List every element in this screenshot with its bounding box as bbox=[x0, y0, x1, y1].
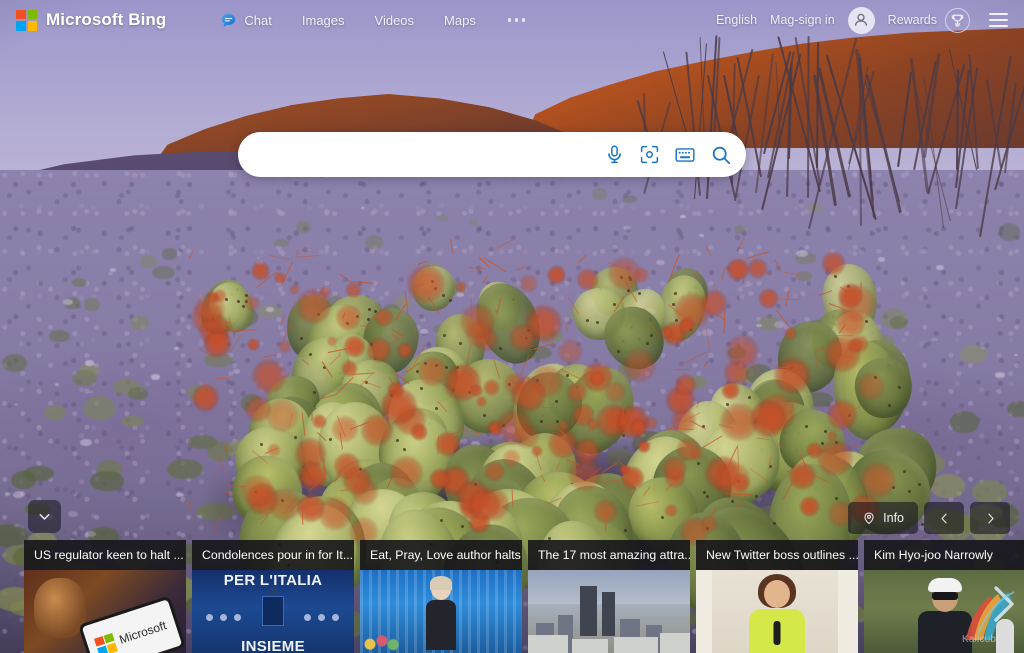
prickly-pear-cactus-cluster bbox=[180, 237, 950, 653]
news-card[interactable]: Eat, Pray, Love author halts... bbox=[360, 540, 522, 653]
header-right-group: English Mag-sign in Rewards bbox=[716, 6, 1010, 34]
news-card-image: PER L'ITALIA INSIEME bbox=[192, 570, 354, 653]
hamburger-menu-icon[interactable] bbox=[987, 9, 1010, 31]
news-card-title: The 17 most amazing attra... bbox=[528, 540, 690, 570]
search-action-icons bbox=[604, 144, 732, 166]
top-navigation-bar: Microsoft Bing Chat Images Videos Maps E… bbox=[0, 0, 1024, 40]
card-art-flowers bbox=[362, 631, 402, 653]
keyboard-icon[interactable] bbox=[674, 144, 696, 166]
nav-label-chat: Chat bbox=[244, 12, 272, 28]
nav-item-chat[interactable]: Chat bbox=[218, 8, 273, 33]
kalicube-watermark: Kalicube bbox=[960, 570, 1024, 653]
news-card[interactable]: Condolences pour in for It... PER L'ITAL… bbox=[192, 540, 354, 653]
search-container bbox=[238, 132, 746, 177]
chat-bubble-icon bbox=[222, 13, 236, 27]
card-art-headline: PER L'ITALIA bbox=[223, 572, 323, 589]
nav-label-images: Images bbox=[301, 12, 345, 28]
news-card[interactable]: New Twitter boss outlines ... bbox=[696, 540, 858, 653]
rewards-group[interactable]: Rewards bbox=[887, 7, 970, 33]
microphone-icon[interactable] bbox=[604, 144, 625, 165]
card-art-cap bbox=[928, 578, 962, 592]
next-image-button[interactable] bbox=[970, 502, 1010, 534]
chevron-right-icon bbox=[987, 513, 994, 523]
nav-label-maps: Maps bbox=[444, 12, 476, 28]
news-card-image bbox=[696, 570, 858, 653]
card-art-subheadline: INSIEME bbox=[241, 638, 305, 653]
expand-image-button[interactable] bbox=[28, 500, 61, 533]
nav-item-videos[interactable]: Videos bbox=[373, 9, 417, 32]
location-pin-icon bbox=[864, 512, 874, 525]
news-card[interactable]: US regulator keen to halt ... Microsoft bbox=[24, 540, 186, 653]
microsoft-logo-icon bbox=[16, 9, 37, 31]
card-art-label: Microsoft bbox=[117, 618, 169, 647]
bing-brand-link[interactable]: Microsoft Bing bbox=[16, 9, 167, 31]
news-card-title: Eat, Pray, Love author halts... bbox=[360, 540, 522, 570]
news-card-image bbox=[528, 570, 690, 653]
brand-name-label: Microsoft Bing bbox=[46, 10, 167, 29]
primary-nav: Chat Images Videos Maps bbox=[218, 8, 529, 33]
rewards-label: Rewards bbox=[887, 13, 937, 27]
microsoft-logo-icon bbox=[93, 632, 118, 653]
account-avatar-icon[interactable] bbox=[847, 6, 875, 34]
nav-label-videos: Videos bbox=[374, 12, 415, 28]
news-card[interactable]: The 17 most amazing attra... bbox=[528, 540, 690, 653]
language-selector[interactable]: English bbox=[716, 13, 757, 27]
news-card-title: Condolences pour in for It... bbox=[192, 540, 354, 570]
news-card-image: Microsoft bbox=[24, 570, 186, 653]
search-box[interactable] bbox=[238, 132, 746, 177]
chevron-left-icon bbox=[940, 513, 947, 523]
previous-image-button[interactable] bbox=[924, 502, 964, 534]
card-art-sunglasses bbox=[932, 592, 958, 600]
trophy-icon bbox=[945, 7, 970, 33]
card-art-figure bbox=[34, 578, 86, 638]
news-card-strip: US regulator keen to halt ... Microsoft … bbox=[0, 540, 1024, 653]
nav-item-images[interactable]: Images bbox=[300, 9, 347, 32]
sign-in-link[interactable]: Mag-sign in bbox=[770, 13, 835, 27]
card-art-figure bbox=[424, 576, 458, 650]
news-card-title: US regulator keen to halt ... bbox=[24, 540, 186, 570]
watermark-label: Kalicube bbox=[962, 634, 1002, 645]
search-input[interactable] bbox=[260, 132, 604, 177]
chevron-down-icon bbox=[39, 513, 50, 520]
bing-homepage: Microsoft Bing Chat Images Videos Maps E… bbox=[0, 0, 1024, 653]
info-label: Info bbox=[883, 511, 904, 525]
card-art-phone: Microsoft bbox=[78, 595, 186, 653]
card-art-podium bbox=[262, 596, 284, 626]
nav-item-maps[interactable]: Maps bbox=[442, 9, 478, 32]
visual-search-icon[interactable] bbox=[639, 144, 660, 165]
image-info-controls: Info bbox=[848, 502, 1010, 534]
more-horizontal-icon[interactable] bbox=[504, 10, 530, 30]
news-card-title: Kim Hyo-joo Narrowly bbox=[864, 540, 1024, 570]
news-card-title: New Twitter boss outlines ... bbox=[696, 540, 858, 570]
card-art-microphone bbox=[773, 621, 781, 645]
image-info-button[interactable]: Info bbox=[848, 502, 918, 534]
news-card-image bbox=[360, 570, 522, 653]
search-magnifier-icon[interactable] bbox=[710, 144, 732, 166]
